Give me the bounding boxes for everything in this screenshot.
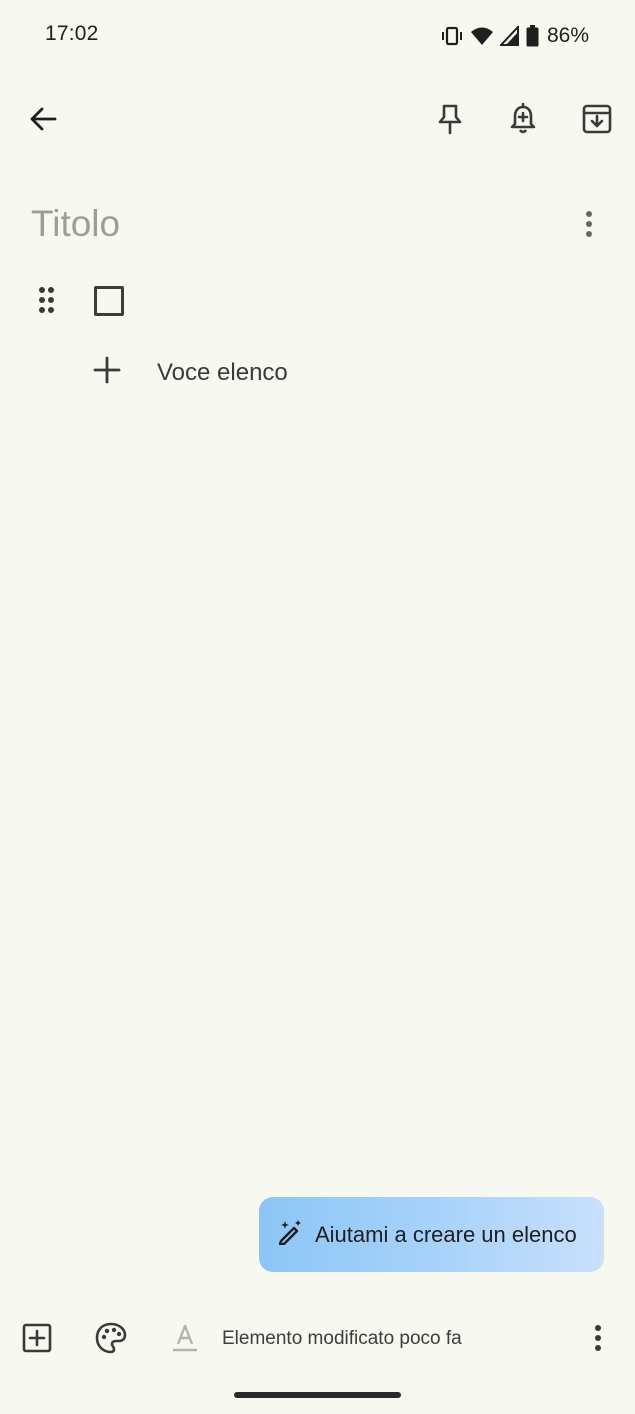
ai-create-list-button[interactable]: Aiutami a creare un elenco [259, 1197, 604, 1272]
last-edited-status: Elemento modificato poco fa [222, 1328, 462, 1349]
wifi-icon [470, 26, 494, 46]
pin-button[interactable] [426, 97, 474, 145]
archive-icon [582, 104, 612, 139]
background-options-button[interactable] [87, 1316, 135, 1364]
vibrate-icon [440, 26, 464, 46]
battery-percentage: 86% [546, 24, 589, 47]
back-arrow-icon [29, 105, 57, 138]
add-box-icon [22, 1323, 52, 1358]
more-vert-icon [594, 1324, 602, 1357]
text-format-icon [171, 1323, 199, 1358]
add-list-item-label: Voce elenco [157, 358, 288, 386]
title-more-button[interactable] [565, 202, 613, 250]
battery-icon [526, 25, 539, 47]
back-button[interactable] [19, 97, 67, 145]
title-input[interactable]: Titolo [31, 203, 120, 245]
palette-icon [95, 1322, 127, 1359]
plus-icon [92, 355, 122, 390]
more-vert-icon [585, 210, 593, 243]
reminder-bell-icon [509, 102, 537, 140]
text-format-button[interactable] [161, 1316, 209, 1364]
add-content-button[interactable] [13, 1316, 61, 1364]
signal-icon [499, 26, 520, 46]
drag-handle-icon[interactable] [34, 286, 60, 319]
home-indicator[interactable] [234, 1392, 401, 1398]
more-options-button[interactable] [574, 1316, 622, 1364]
magic-pen-icon [277, 1219, 303, 1250]
reminder-button[interactable] [499, 97, 547, 145]
status-icons: 86% [440, 22, 589, 50]
checklist-checkbox[interactable] [94, 286, 124, 316]
status-time: 17:02 [45, 22, 99, 45]
add-list-item-button[interactable]: Voce elenco [92, 355, 288, 390]
ai-create-list-label: Aiutami a creare un elenco [315, 1221, 577, 1247]
archive-button[interactable] [573, 97, 621, 145]
pin-icon [437, 103, 463, 140]
